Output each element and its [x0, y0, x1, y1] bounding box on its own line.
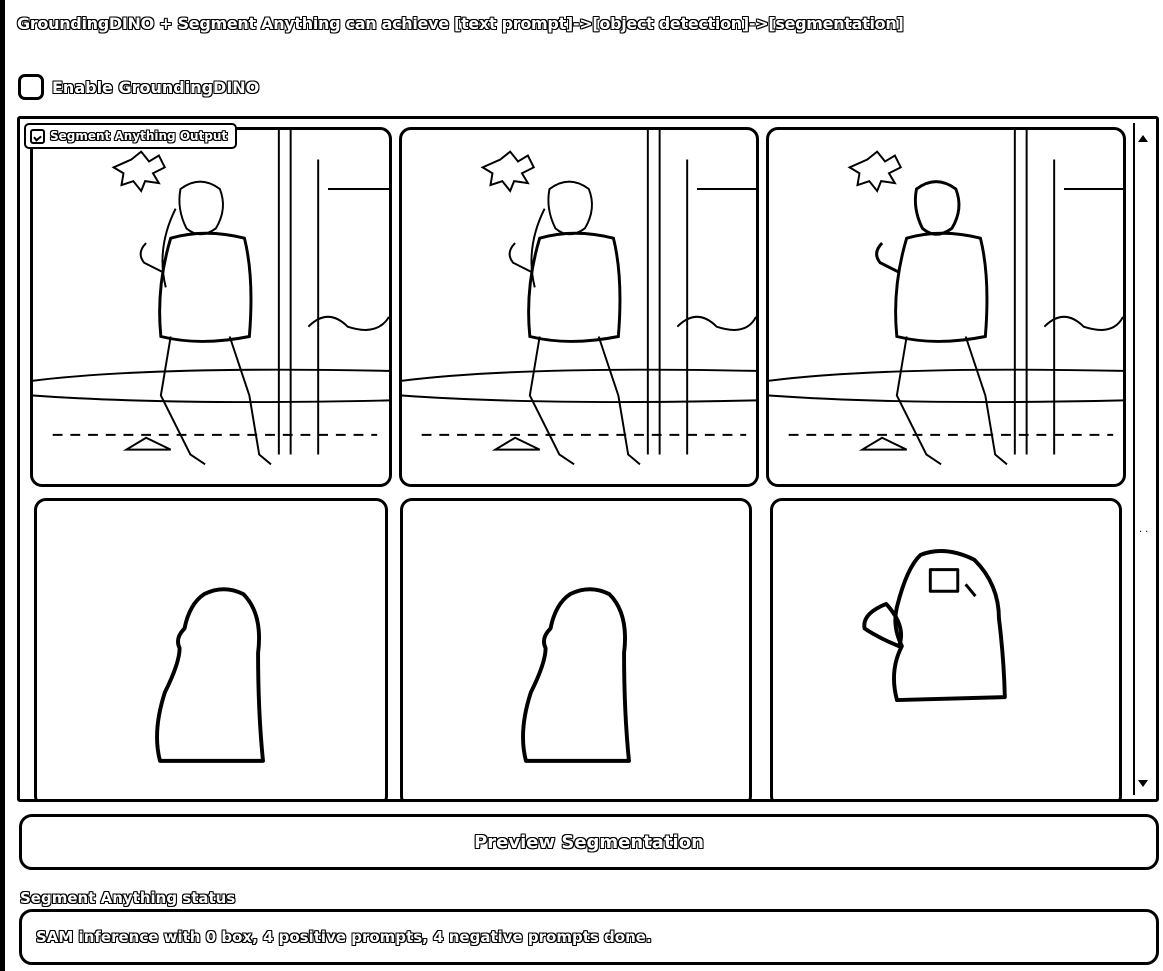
enable-groundingdino-row[interactable]: Enable GroundingDINO: [18, 74, 259, 100]
photo-sketch-3: [769, 130, 1123, 466]
status-textbox[interactable]: SAM inference with 0 box, 4 positive pro…: [19, 909, 1159, 965]
gallery-label: Segment Anything Output: [24, 123, 238, 149]
gallery-mask-3[interactable]: [770, 498, 1122, 799]
scroll-up-icon[interactable]: [1138, 135, 1148, 142]
segment-anything-gallery: Segment Anything Output ··: [17, 116, 1159, 802]
gallery-image-2[interactable]: [399, 127, 759, 487]
enable-groundingdino-checkbox[interactable]: [18, 74, 44, 100]
status-label: Segment Anything status: [20, 889, 236, 907]
gallery-image-1[interactable]: [30, 127, 392, 487]
page-title: GroundingDINO + Segment Anything can ach…: [17, 14, 904, 33]
gallery-label-text: Segment Anything Output: [50, 129, 228, 143]
photo-sketch-1: [33, 130, 389, 466]
photo-sketch-2: [402, 130, 756, 466]
scroll-down-icon[interactable]: [1138, 780, 1148, 787]
preview-segmentation-button[interactable]: Preview Segmentation: [19, 814, 1159, 870]
status-text: SAM inference with 0 box, 4 positive pro…: [36, 928, 652, 946]
gallery-mask-1[interactable]: [34, 498, 388, 799]
gallery-grid: [30, 127, 1126, 799]
enable-groundingdino-label: Enable GroundingDINO: [52, 77, 260, 97]
gallery-mask-2[interactable]: [400, 498, 752, 799]
mask-outline-3: [862, 549, 1007, 703]
preview-segmentation-label: Preview Segmentation: [474, 831, 704, 853]
gallery-scrollbar[interactable]: ··: [1133, 123, 1151, 795]
gallery-image-3[interactable]: [766, 127, 1126, 487]
image-icon: [30, 128, 45, 144]
scroll-handle-dots: ··: [1139, 527, 1152, 538]
mask-outline-1: [155, 587, 265, 763]
mask-outline-2: [521, 587, 631, 763]
